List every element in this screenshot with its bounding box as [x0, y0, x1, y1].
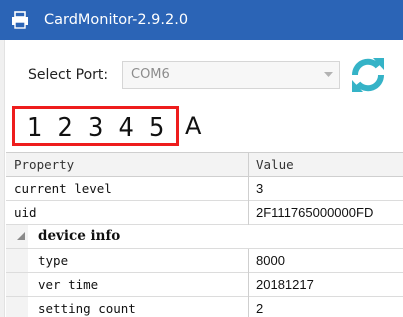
property-grid: Property Value current level 3 uid 2F111… — [6, 152, 403, 317]
card-number-display: 1 2 3 4 5 — [12, 106, 179, 146]
column-divider[interactable] — [248, 249, 249, 317]
property-name: type — [38, 253, 69, 268]
property-name: setting count — [38, 301, 136, 316]
select-port-label: Select Port: — [28, 67, 109, 83]
value-column-header[interactable]: Value — [256, 153, 294, 176]
grid-header: Property Value — [6, 153, 403, 177]
chevron-down-icon[interactable] — [317, 62, 339, 88]
property-value: 2 — [256, 301, 264, 316]
category-row[interactable]: device info — [6, 225, 403, 249]
card-number-digits: 1 2 3 4 5 — [27, 113, 169, 143]
grid-row[interactable]: setting count 2 — [6, 297, 403, 317]
indent-strip — [6, 297, 28, 317]
property-value: 8000 — [256, 253, 285, 268]
property-column-header[interactable]: Property — [14, 153, 74, 176]
property-name: current level — [14, 181, 112, 196]
property-value: 3 — [256, 181, 264, 196]
title-bar: CardMonitor-2.9.2.0 — [0, 0, 403, 40]
grid-row[interactable]: current level 3 — [6, 177, 403, 201]
property-value: 20181217 — [256, 277, 314, 292]
column-divider[interactable] — [248, 153, 249, 225]
printer-icon — [12, 11, 28, 29]
property-value: 2F111765000000FD — [256, 205, 374, 220]
property-name: ver time — [38, 277, 99, 292]
property-name: uid — [14, 205, 37, 220]
left-edge — [0, 40, 5, 317]
indent-strip — [6, 273, 28, 296]
grid-row[interactable]: uid 2F111765000000FD — [6, 201, 403, 225]
window-title: CardMonitor-2.9.2.0 — [44, 12, 189, 28]
grid-row[interactable]: ver time 20181217 — [6, 273, 403, 297]
collapse-triangle-icon[interactable] — [16, 231, 26, 241]
indent-strip — [6, 249, 28, 272]
grid-row[interactable]: type 8000 — [6, 249, 403, 273]
refresh-icon[interactable] — [347, 54, 389, 96]
card-suffix-letter: A — [185, 112, 202, 140]
port-select[interactable]: COM6 — [122, 61, 340, 89]
port-select-value: COM6 — [131, 67, 170, 82]
category-name: device info — [38, 228, 121, 244]
